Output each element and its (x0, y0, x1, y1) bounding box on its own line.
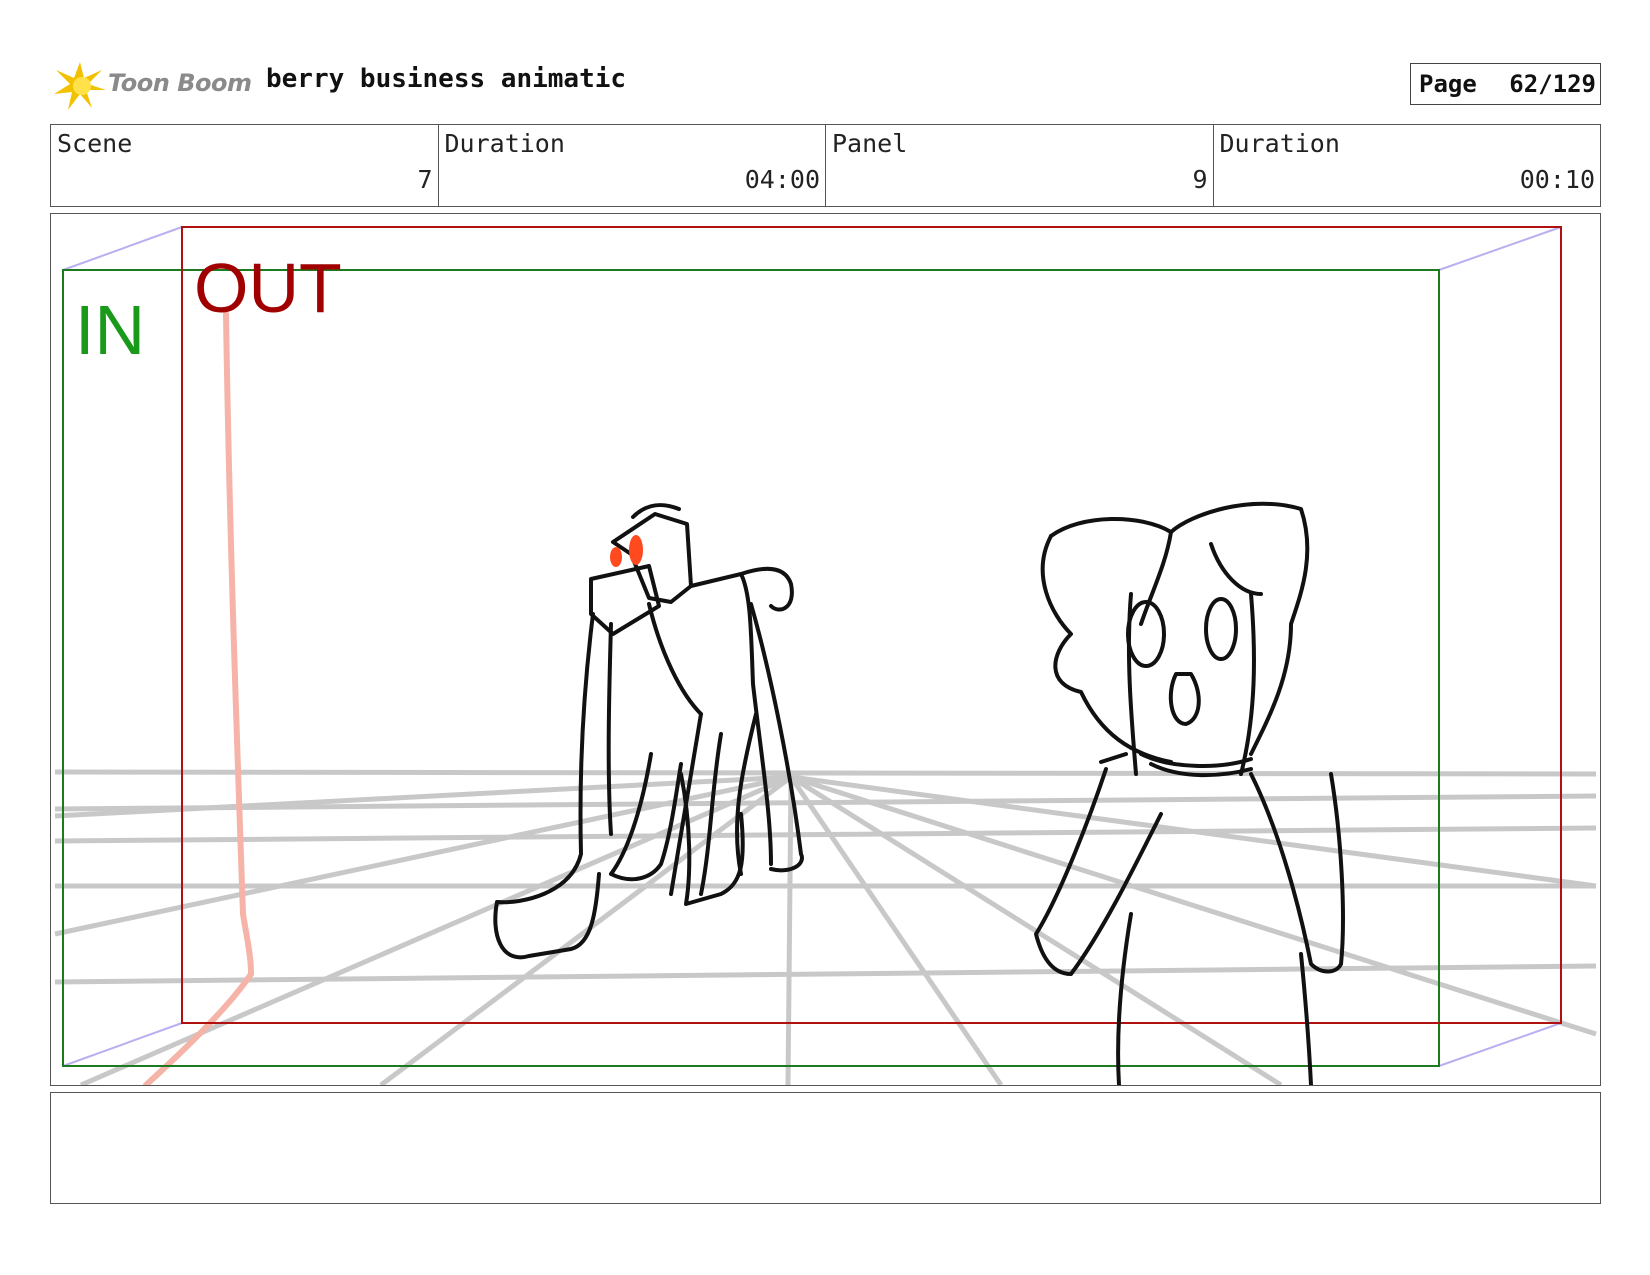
surprised-character (1034, 501, 1345, 1085)
out-frame (181, 226, 1562, 1024)
scene-duration-cell: Duration 04:00 (439, 125, 826, 206)
panel-duration-cell: Duration 00:10 (1214, 125, 1601, 206)
panel-value: 9 (1192, 165, 1208, 194)
crouching-character (493, 503, 804, 960)
scene-duration-value: 04:00 (744, 165, 820, 194)
scene-duration-label: Duration (444, 129, 565, 158)
logo-burst-icon (54, 62, 106, 110)
toon-boom-logo: Toon Boom (52, 58, 252, 112)
out-label: OUT (194, 249, 342, 327)
page-label: Page (1419, 70, 1477, 98)
panel-label: Panel (832, 129, 908, 158)
in-label: IN (75, 291, 145, 369)
camera-connectors (62, 226, 1562, 1067)
logo-text: Toon Boom (108, 69, 252, 97)
page-value: 62/129 (1509, 70, 1596, 98)
panel-duration-value: 00:10 (1519, 165, 1595, 194)
scene-value: 7 (417, 165, 433, 194)
scene-cell: Scene 7 (51, 125, 439, 206)
guide-stroke (143, 311, 255, 1085)
document-title: berry business animatic (266, 64, 627, 94)
panel-duration-label: Duration (1219, 129, 1340, 158)
page-indicator: Page 62/129 (1410, 63, 1601, 105)
floor-grid (54, 769, 1597, 1085)
panel-drawing: IN OUT (54, 226, 1597, 1085)
scene-label: Scene (57, 129, 133, 158)
panel-cell: Panel 9 (826, 125, 1214, 206)
notes-box (50, 1092, 1601, 1204)
storyboard-panel: IN OUT (50, 213, 1601, 1086)
scene-info-row: Scene 7 Duration 04:00 Panel 9 Duration … (50, 124, 1601, 207)
